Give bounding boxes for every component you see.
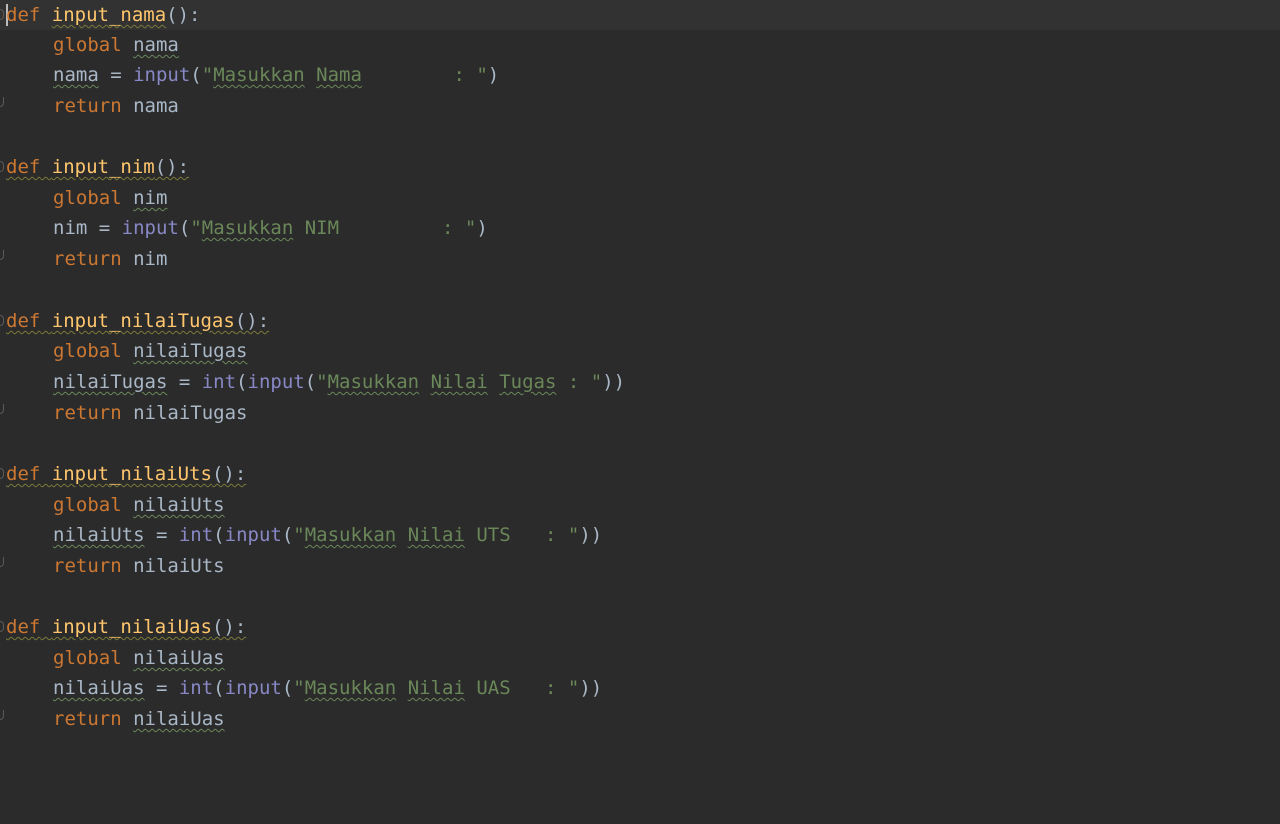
code-line[interactable]: def input_nilaiUas(): xyxy=(0,612,1280,642)
fold-icon[interactable] xyxy=(0,315,4,326)
fold-end-icon[interactable] xyxy=(0,250,4,260)
code-line[interactable]: return nilaiTugas xyxy=(0,398,1280,428)
keyword-def: def xyxy=(6,4,41,26)
code-line[interactable]: return nilaiUas xyxy=(0,704,1280,734)
fold-icon[interactable] xyxy=(0,9,4,20)
code-line[interactable]: global nilaiTugas xyxy=(0,336,1280,366)
code-line[interactable]: return nama xyxy=(0,91,1280,121)
builtin-int: int xyxy=(201,371,237,393)
builtin-input: input xyxy=(133,64,191,86)
function-name: input_nilaiTugas xyxy=(51,310,235,332)
code-line[interactable]: nama = input("Masukkan Nama : ") xyxy=(0,60,1280,90)
code-line[interactable]: def input_nama(): xyxy=(0,0,1280,30)
code-line[interactable]: global nim xyxy=(0,183,1280,213)
fold-end-icon[interactable] xyxy=(0,557,4,567)
code-line[interactable]: def input_nilaiUts(): xyxy=(0,459,1280,489)
code-editor[interactable]: def input_nama(): global nama nama = inp… xyxy=(0,0,1280,776)
fold-end-icon[interactable] xyxy=(0,404,4,414)
keyword-return: return xyxy=(53,95,122,117)
fold-icon[interactable] xyxy=(0,621,4,632)
code-line[interactable]: nilaiTugas = int(input("Masukkan Nilai T… xyxy=(0,367,1280,397)
variable-name: nama xyxy=(133,34,179,56)
keyword-global: global xyxy=(53,34,122,56)
function-name: input_nilaiUas xyxy=(51,616,212,638)
fold-end-icon[interactable] xyxy=(0,97,4,107)
code-line[interactable]: return nilaiUts xyxy=(0,551,1280,581)
fold-icon[interactable] xyxy=(0,161,4,172)
function-name: input_nama xyxy=(51,4,167,26)
fold-end-icon[interactable] xyxy=(0,710,4,720)
code-line[interactable]: global nama xyxy=(0,30,1280,60)
code-line[interactable]: def input_nilaiTugas(): xyxy=(0,306,1280,336)
string-literal: Masukkan xyxy=(213,64,305,86)
function-name: input_nilaiUts xyxy=(51,463,212,485)
code-line[interactable]: def input_nim(): xyxy=(0,152,1280,182)
function-name: input_nim xyxy=(51,156,155,178)
code-line[interactable]: global nilaiUas xyxy=(0,643,1280,673)
code-line[interactable]: nim = input("Masukkan NIM : ") xyxy=(0,213,1280,243)
code-line[interactable]: return nim xyxy=(0,244,1280,274)
code-line[interactable]: global nilaiUts xyxy=(0,490,1280,520)
code-line[interactable]: nilaiUts = int(input("Masukkan Nilai UTS… xyxy=(0,520,1280,550)
fold-icon[interactable] xyxy=(0,468,4,479)
code-line[interactable]: nilaiUas = int(input("Masukkan Nilai UAS… xyxy=(0,673,1280,703)
